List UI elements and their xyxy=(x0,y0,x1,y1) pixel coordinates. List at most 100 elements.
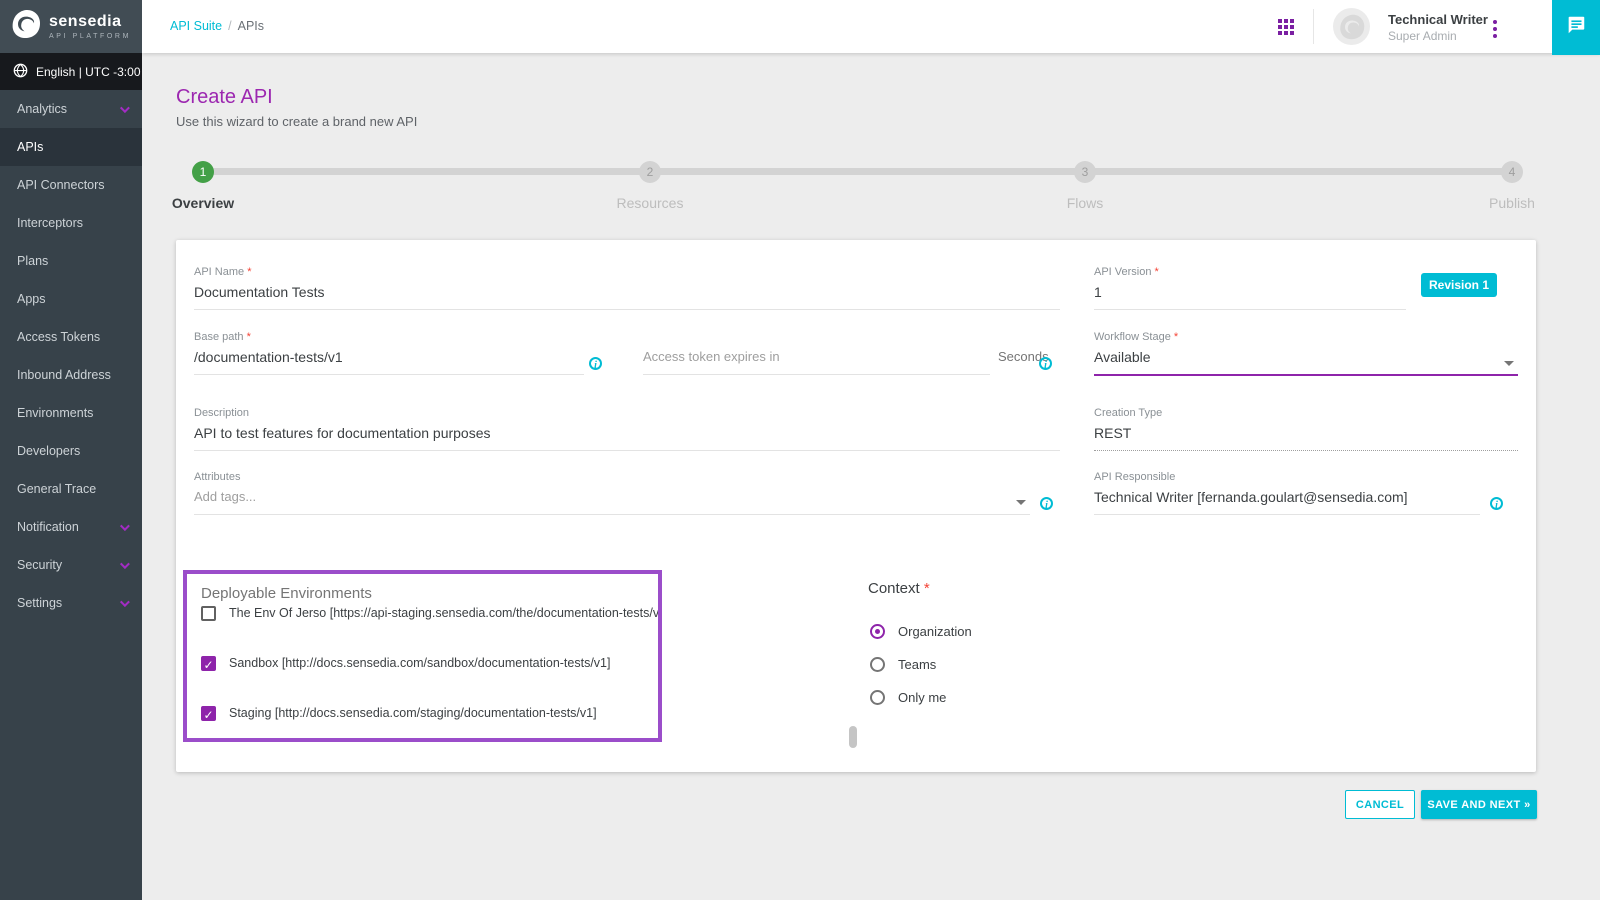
api-responsible-value[interactable]: Technical Writer [fernanda.goulart@sense… xyxy=(1094,489,1480,508)
api-version-field[interactable]: API Version * 1 xyxy=(1094,266,1406,310)
radio-selected-icon[interactable] xyxy=(870,624,885,639)
checkbox-checked-icon[interactable]: ✓ xyxy=(201,706,216,721)
chevron-down-icon xyxy=(120,103,130,113)
step-publish[interactable]: 4 Publish xyxy=(1452,161,1572,211)
context-option-teams[interactable]: Teams xyxy=(870,657,936,672)
step-number: 1 xyxy=(192,161,214,183)
locale-label: English | UTC -3:00 xyxy=(36,65,141,79)
step-number: 3 xyxy=(1074,161,1096,183)
sidebar-item-inbound-address[interactable]: Inbound Address xyxy=(0,356,142,394)
environment-option-staging[interactable]: ✓ Staging [http://docs.sensedia.com/stag… xyxy=(187,688,658,738)
api-responsible-field[interactable]: API Responsible Technical Writer [fernan… xyxy=(1094,471,1480,515)
sidebar-item-plans[interactable]: Plans xyxy=(0,242,142,280)
api-version-value[interactable]: 1 xyxy=(1094,284,1406,303)
avatar[interactable] xyxy=(1333,8,1370,45)
stepper-track xyxy=(203,168,1512,175)
description-label: Description xyxy=(194,407,249,419)
environment-option-jerso[interactable]: The Env Of Jerso [https://api-staging.se… xyxy=(187,606,658,638)
scrollbar-thumb[interactable] xyxy=(849,726,857,748)
sidebar-item-analytics[interactable]: Analytics xyxy=(0,90,142,128)
radio-unselected-icon[interactable] xyxy=(870,690,885,705)
api-name-label: API Name xyxy=(194,266,244,278)
sidebar-item-api-connectors[interactable]: API Connectors xyxy=(0,166,142,204)
breadcrumb: API Suite / APIs xyxy=(170,19,264,33)
chevron-down-icon xyxy=(120,597,130,607)
chevron-down-icon xyxy=(120,559,130,569)
required-mark: * xyxy=(1155,266,1159,278)
environment-option-sandbox[interactable]: ✓ Sandbox [http://docs.sensedia.com/sand… xyxy=(187,638,658,688)
sidebar-item-apps[interactable]: Apps xyxy=(0,280,142,318)
required-mark: * xyxy=(1174,331,1178,343)
page-title: Create API xyxy=(176,86,273,109)
step-resources[interactable]: 2 Resources xyxy=(590,161,710,211)
apps-grid-icon[interactable] xyxy=(1278,19,1294,35)
locale-selector[interactable]: English | UTC -3:00 xyxy=(0,53,142,90)
header-divider xyxy=(1313,9,1314,44)
attributes-placeholder[interactable]: Add tags... xyxy=(194,489,1030,508)
deployable-environments-panel: Deployable Environments The Env Of Jerso… xyxy=(183,570,662,742)
creation-type-label: Creation Type xyxy=(1094,407,1162,419)
attributes-label: Attributes xyxy=(194,471,240,483)
api-name-value[interactable]: Documentation Tests xyxy=(194,284,1060,303)
checkbox-unchecked-icon[interactable] xyxy=(201,606,216,621)
access-token-field[interactable]: Access token expires in xyxy=(643,331,990,375)
sidebar-item-access-tokens[interactable]: Access Tokens xyxy=(0,318,142,356)
brand-name: sensedia xyxy=(49,14,131,30)
save-and-next-button[interactable]: SAVE AND NEXT » xyxy=(1421,790,1537,819)
cancel-button[interactable]: CANCEL xyxy=(1345,790,1415,819)
breadcrumb-api-suite[interactable]: API Suite xyxy=(170,19,222,33)
description-field[interactable]: Description API to test features for doc… xyxy=(194,407,1060,451)
deployable-environments-title: Deployable Environments xyxy=(201,585,658,602)
step-number: 2 xyxy=(639,161,661,183)
sidebar-item-developers[interactable]: Developers xyxy=(0,432,142,470)
user-role: Super Admin xyxy=(1388,29,1488,43)
access-token-info-icon[interactable]: i xyxy=(1039,357,1052,370)
brand-logo: sensedia API PLATFORM xyxy=(0,0,142,53)
api-responsible-info-icon[interactable]: i xyxy=(1490,497,1503,510)
breadcrumb-apis: APIs xyxy=(238,19,264,33)
chat-button[interactable] xyxy=(1552,0,1600,55)
sidebar-item-general-trace[interactable]: General Trace xyxy=(0,470,142,508)
api-version-label: API Version xyxy=(1094,266,1151,278)
context-option-only-me[interactable]: Only me xyxy=(870,690,946,705)
api-name-field[interactable]: API Name * Documentation Tests xyxy=(194,266,1060,310)
api-responsible-label: API Responsible xyxy=(1094,471,1175,483)
sidebar: sensedia API PLATFORM English | UTC -3:0… xyxy=(0,0,142,900)
step-flows[interactable]: 3 Flows xyxy=(1025,161,1145,211)
brand-tagline: API PLATFORM xyxy=(49,33,131,40)
context-option-organization[interactable]: Organization xyxy=(870,624,972,639)
workflow-stage-label: Workflow Stage xyxy=(1094,331,1171,343)
dropdown-caret-icon xyxy=(1504,361,1514,366)
creation-type-value: REST xyxy=(1094,425,1518,444)
sidebar-item-notification[interactable]: Notification xyxy=(0,508,142,546)
sidebar-item-interceptors[interactable]: Interceptors xyxy=(0,204,142,242)
environments-list[interactable]: The Env Of Jerso [https://api-staging.se… xyxy=(187,606,658,738)
creation-type-field: Creation Type REST xyxy=(1094,407,1518,451)
chevron-down-icon xyxy=(120,521,130,531)
required-mark: * xyxy=(924,580,930,597)
attributes-field[interactable]: Attributes Add tags... xyxy=(194,471,1030,515)
sidebar-item-settings[interactable]: Settings xyxy=(0,584,142,622)
user-menu-icon[interactable] xyxy=(1491,18,1499,40)
checkbox-checked-icon[interactable]: ✓ xyxy=(201,656,216,671)
sidebar-item-environments[interactable]: Environments xyxy=(0,394,142,432)
page-subtitle: Use this wizard to create a brand new AP… xyxy=(176,114,417,129)
sidebar-item-security[interactable]: Security xyxy=(0,546,142,584)
workflow-stage-value[interactable]: Available xyxy=(1094,349,1518,368)
breadcrumb-separator: / xyxy=(228,19,231,33)
base-path-value[interactable]: /documentation-tests/v1 xyxy=(194,349,584,368)
base-path-label: Base path xyxy=(194,331,244,343)
revision-badge: Revision 1 xyxy=(1421,273,1497,297)
workflow-stage-field[interactable]: Workflow Stage * Available xyxy=(1094,331,1518,376)
base-path-info-icon[interactable]: i xyxy=(589,357,602,370)
base-path-field[interactable]: Base path * /documentation-tests/v1 xyxy=(194,331,584,375)
radio-unselected-icon[interactable] xyxy=(870,657,885,672)
description-value[interactable]: API to test features for documentation p… xyxy=(194,425,1060,444)
globe-icon xyxy=(13,63,28,81)
access-token-placeholder[interactable]: Access token expires in xyxy=(643,349,990,368)
context-label: Context xyxy=(868,580,920,597)
sidebar-item-apis[interactable]: APIs xyxy=(0,128,142,166)
top-header: API Suite / APIs Technical Writer Super … xyxy=(142,0,1600,53)
step-overview[interactable]: 1 Overview xyxy=(143,161,263,211)
attributes-info-icon[interactable]: i xyxy=(1040,497,1053,510)
